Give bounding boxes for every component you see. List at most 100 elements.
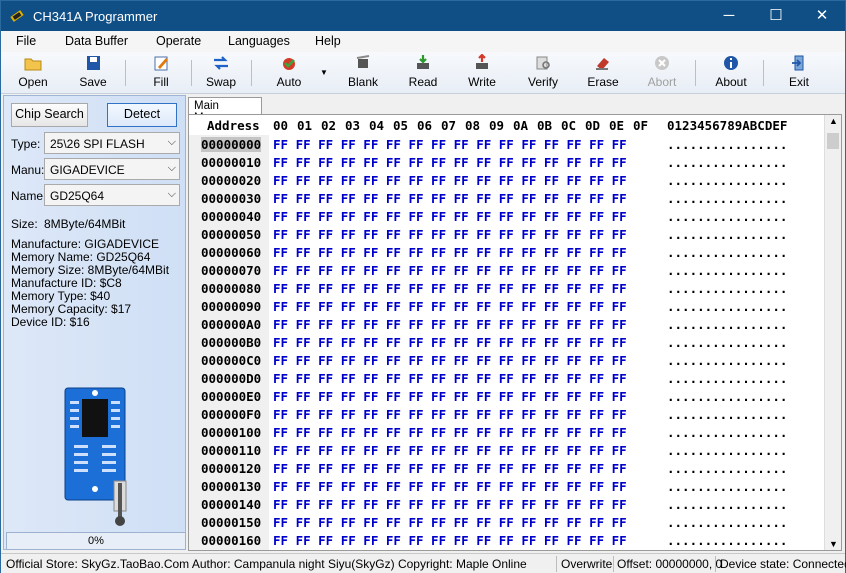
- hex-row[interactable]: 00000110 FF FF FF FF FF FF FF FF FF FF FF…: [189, 442, 825, 460]
- hex-row[interactable]: 00000130 FF FF FF FF FF FF FF FF FF FF FF…: [189, 478, 825, 496]
- write-button[interactable]: Write: [464, 54, 500, 92]
- hex-row[interactable]: 000000B0 FF FF FF FF FF FF FF FF FF FF FF…: [189, 334, 825, 352]
- hex-row[interactable]: 00000090 FF FF FF FF FF FF FF FF FF FF FF…: [189, 298, 825, 316]
- hex-row[interactable]: 000000F0 FF FF FF FF FF FF FF FF FF FF FF…: [189, 406, 825, 424]
- blank-button[interactable]: Blank: [343, 54, 383, 92]
- row-ascii[interactable]: ................: [667, 479, 787, 494]
- row-bytes[interactable]: FF FF FF FF FF FF FF FF FF FF FF FF FF F…: [273, 461, 627, 476]
- row-ascii[interactable]: ................: [667, 353, 787, 368]
- type-select[interactable]: 25\26 SPI FLASH ⌵: [44, 132, 180, 154]
- chip-name-select[interactable]: GD25Q64 ⌵: [44, 184, 180, 206]
- hex-row[interactable]: 00000100 FF FF FF FF FF FF FF FF FF FF FF…: [189, 424, 825, 442]
- row-bytes[interactable]: FF FF FF FF FF FF FF FF FF FF FF FF FF F…: [273, 443, 627, 458]
- row-ascii[interactable]: ................: [667, 191, 787, 206]
- row-bytes[interactable]: FF FF FF FF FF FF FF FF FF FF FF FF FF F…: [273, 245, 627, 260]
- row-bytes[interactable]: FF FF FF FF FF FF FF FF FF FF FF FF FF F…: [273, 425, 627, 440]
- open-button[interactable]: Open: [15, 54, 51, 92]
- row-bytes[interactable]: FF FF FF FF FF FF FF FF FF FF FF FF FF F…: [273, 407, 627, 422]
- tab-main-memory[interactable]: Main Memory: [188, 97, 262, 124]
- row-bytes[interactable]: FF FF FF FF FF FF FF FF FF FF FF FF FF F…: [273, 227, 627, 242]
- detect-button[interactable]: Detect: [107, 103, 177, 127]
- hex-editor[interactable]: Address 00 01 02 03 04 05 06 07 08 09 0A 0B 0C 0D 0E 0F…: [188, 114, 842, 551]
- row-bytes[interactable]: FF FF FF FF FF FF FF FF FF FF FF FF FF F…: [273, 263, 627, 278]
- swap-button[interactable]: Swap: [203, 54, 239, 92]
- row-ascii[interactable]: ................: [667, 497, 787, 512]
- row-ascii[interactable]: ................: [667, 155, 787, 170]
- auto-button[interactable]: Auto: [271, 54, 307, 92]
- row-bytes[interactable]: FF FF FF FF FF FF FF FF FF FF FF FF FF F…: [273, 317, 627, 332]
- hex-row[interactable]: 00000140 FF FF FF FF FF FF FF FF FF FF FF…: [189, 496, 825, 514]
- hex-row[interactable]: 000000C0 FF FF FF FF FF FF FF FF FF FF FF…: [189, 352, 825, 370]
- row-ascii[interactable]: ................: [667, 263, 787, 278]
- read-button[interactable]: Read: [405, 54, 441, 92]
- menu-file[interactable]: File: [16, 34, 36, 48]
- row-bytes[interactable]: FF FF FF FF FF FF FF FF FF FF FF FF FF F…: [273, 389, 627, 404]
- minimize-button[interactable]: ─: [706, 1, 752, 31]
- maximize-button[interactable]: ☐: [753, 1, 799, 31]
- row-bytes[interactable]: FF FF FF FF FF FF FF FF FF FF FF FF FF F…: [273, 533, 627, 548]
- row-bytes[interactable]: FF FF FF FF FF FF FF FF FF FF FF FF FF F…: [273, 335, 627, 350]
- row-ascii[interactable]: ................: [667, 137, 787, 152]
- row-bytes[interactable]: FF FF FF FF FF FF FF FF FF FF FF FF FF F…: [273, 173, 627, 188]
- hex-row[interactable]: 000000E0 FF FF FF FF FF FF FF FF FF FF FF…: [189, 388, 825, 406]
- hex-row[interactable]: 00000080 FF FF FF FF FF FF FF FF FF FF FF…: [189, 280, 825, 298]
- row-ascii[interactable]: ................: [667, 335, 787, 350]
- row-bytes[interactable]: FF FF FF FF FF FF FF FF FF FF FF FF FF F…: [273, 137, 627, 152]
- hex-row[interactable]: 00000120 FF FF FF FF FF FF FF FF FF FF FF…: [189, 460, 825, 478]
- row-ascii[interactable]: ................: [667, 533, 787, 548]
- menu-help[interactable]: Help: [315, 34, 341, 48]
- row-ascii[interactable]: ................: [667, 245, 787, 260]
- hex-row[interactable]: 00000150 FF FF FF FF FF FF FF FF FF FF FF…: [189, 514, 825, 532]
- hex-row[interactable]: 00000060 FF FF FF FF FF FF FF FF FF FF FF…: [189, 244, 825, 262]
- hex-row[interactable]: 000000A0 FF FF FF FF FF FF FF FF FF FF FF…: [189, 316, 825, 334]
- row-ascii[interactable]: ................: [667, 317, 787, 332]
- row-bytes[interactable]: FF FF FF FF FF FF FF FF FF FF FF FF FF F…: [273, 209, 627, 224]
- row-bytes[interactable]: FF FF FF FF FF FF FF FF FF FF FF FF FF F…: [273, 515, 627, 530]
- row-ascii[interactable]: ................: [667, 281, 787, 296]
- exit-button[interactable]: Exit: [781, 54, 817, 92]
- about-button[interactable]: About: [713, 54, 749, 92]
- abort-button[interactable]: Abort: [644, 54, 680, 92]
- fill-button[interactable]: Fill: [143, 54, 179, 92]
- hex-row[interactable]: 00000030 FF FF FF FF FF FF FF FF FF FF FF…: [189, 190, 825, 208]
- row-ascii[interactable]: ................: [667, 389, 787, 404]
- hex-row[interactable]: 00000000 FF FF FF FF FF FF FF FF FF FF FF…: [189, 136, 825, 154]
- row-ascii[interactable]: ................: [667, 425, 787, 440]
- scroll-thumb[interactable]: [827, 133, 839, 149]
- hex-row[interactable]: 000000D0 FF FF FF FF FF FF FF FF FF FF FF…: [189, 370, 825, 388]
- row-bytes[interactable]: FF FF FF FF FF FF FF FF FF FF FF FF FF F…: [273, 191, 627, 206]
- manufacturer-select[interactable]: GIGADEVICE ⌵: [44, 158, 180, 180]
- chip-search-button[interactable]: Chip Search: [11, 103, 88, 127]
- row-ascii[interactable]: ................: [667, 515, 787, 530]
- menu-data-buffer[interactable]: Data Buffer: [65, 34, 128, 48]
- hex-row[interactable]: 00000050 FF FF FF FF FF FF FF FF FF FF FF…: [189, 226, 825, 244]
- menu-languages[interactable]: Languages: [228, 34, 290, 48]
- scroll-down-icon[interactable]: ▼: [829, 539, 838, 549]
- row-bytes[interactable]: FF FF FF FF FF FF FF FF FF FF FF FF FF F…: [273, 497, 627, 512]
- row-bytes[interactable]: FF FF FF FF FF FF FF FF FF FF FF FF FF F…: [273, 371, 627, 386]
- scroll-up-icon[interactable]: ▲: [829, 116, 838, 126]
- hex-row[interactable]: 00000160 FF FF FF FF FF FF FF FF FF FF FF…: [189, 532, 825, 550]
- row-ascii[interactable]: ................: [667, 299, 787, 314]
- row-bytes[interactable]: FF FF FF FF FF FF FF FF FF FF FF FF FF F…: [273, 353, 627, 368]
- row-ascii[interactable]: ................: [667, 227, 787, 242]
- close-button[interactable]: ✕: [799, 1, 845, 31]
- row-bytes[interactable]: FF FF FF FF FF FF FF FF FF FF FF FF FF F…: [273, 155, 627, 170]
- hex-row[interactable]: 00000020 FF FF FF FF FF FF FF FF FF FF FF…: [189, 172, 825, 190]
- verify-button[interactable]: Verify: [524, 54, 562, 92]
- row-bytes[interactable]: FF FF FF FF FF FF FF FF FF FF FF FF FF F…: [273, 479, 627, 494]
- menu-operate[interactable]: Operate: [156, 34, 201, 48]
- row-ascii[interactable]: ................: [667, 209, 787, 224]
- row-bytes[interactable]: FF FF FF FF FF FF FF FF FF FF FF FF FF F…: [273, 299, 627, 314]
- row-ascii[interactable]: ................: [667, 173, 787, 188]
- auto-dropdown-arrow[interactable]: ▼: [320, 68, 328, 77]
- row-bytes[interactable]: FF FF FF FF FF FF FF FF FF FF FF FF FF F…: [273, 281, 627, 296]
- hex-row[interactable]: 00000010 FF FF FF FF FF FF FF FF FF FF FF…: [189, 154, 825, 172]
- row-ascii[interactable]: ................: [667, 461, 787, 476]
- vertical-scrollbar[interactable]: ▲ ▼: [824, 115, 841, 550]
- row-ascii[interactable]: ................: [667, 443, 787, 458]
- hex-row[interactable]: 00000040 FF FF FF FF FF FF FF FF FF FF FF…: [189, 208, 825, 226]
- row-ascii[interactable]: ................: [667, 407, 787, 422]
- save-button[interactable]: Save: [75, 54, 111, 92]
- row-ascii[interactable]: ................: [667, 371, 787, 386]
